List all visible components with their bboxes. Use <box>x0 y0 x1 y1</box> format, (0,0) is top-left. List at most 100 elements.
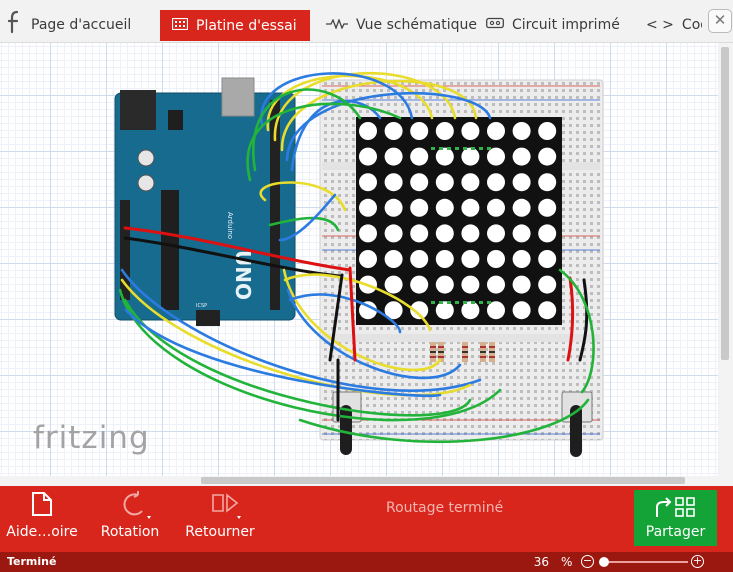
status-text: Terminé <box>7 555 57 568</box>
led-dot <box>487 173 505 192</box>
tab-home-label: Page d'accueil <box>31 17 132 33</box>
share-button[interactable]: Partager <box>634 490 717 546</box>
flip-button-label: Retourner <box>185 524 255 540</box>
zoom-slider-handle[interactable] <box>599 557 610 567</box>
led-dot <box>487 122 505 140</box>
zoom-value[interactable]: 36 <box>531 555 549 569</box>
matrix-pin <box>455 147 459 150</box>
horizontal-scrollbar[interactable] <box>0 476 718 486</box>
led-dot <box>410 198 429 217</box>
led-dot <box>461 275 480 294</box>
led-dot <box>359 198 377 217</box>
led-dot <box>410 224 429 243</box>
pcb-icon <box>486 17 504 33</box>
led-dot <box>359 173 377 192</box>
matrix-pin <box>463 301 467 304</box>
circuit-scene: UNO Arduino ICSP <box>114 71 604 457</box>
horizontal-scrollbar-thumb[interactable] <box>201 477 685 484</box>
breadboard-icon <box>171 17 189 34</box>
led-dot <box>410 250 429 268</box>
led-dot <box>538 122 557 140</box>
led-dot <box>538 198 557 217</box>
rotate-button[interactable]: Rotation <box>96 486 164 552</box>
led-dot <box>512 122 531 140</box>
close-window-button[interactable]: ✕ <box>708 9 732 33</box>
tab-breadboard[interactable]: Platine d'essai <box>160 10 310 41</box>
rotate-icon <box>123 491 151 519</box>
led-dot <box>538 301 557 320</box>
led-dot <box>461 173 480 192</box>
led-dot <box>435 224 454 243</box>
matrix-pin <box>455 301 459 304</box>
plus-icon: + <box>692 554 703 567</box>
matrix-pin <box>487 301 491 304</box>
led-dot <box>384 250 403 268</box>
led-dot <box>487 250 505 268</box>
breadboard-canvas[interactable]: UNO Arduino ICSP fritzing <box>0 43 718 476</box>
share-icon <box>656 497 695 517</box>
led-dot <box>410 147 429 166</box>
led-dot <box>512 301 531 320</box>
led-dot <box>538 173 557 192</box>
led-dot <box>512 173 531 192</box>
led-dot <box>435 122 454 140</box>
tab-pcb[interactable]: Circuit imprimé <box>486 10 620 40</box>
flip-button[interactable]: Retourner <box>181 486 259 552</box>
led-dot <box>461 147 480 166</box>
led-dot <box>410 275 429 294</box>
matrix-pin <box>487 147 491 150</box>
matrix-pin <box>447 147 451 150</box>
matrix-pin <box>431 301 435 304</box>
tab-schematic[interactable]: Vue schématique <box>326 10 477 40</box>
led-dot <box>512 198 531 217</box>
arduino-brand-label: Arduino <box>226 212 234 239</box>
icsp-label: ICSP <box>196 303 207 309</box>
led-dot <box>538 250 557 268</box>
fritzing-f-icon <box>7 10 19 34</box>
vertical-scrollbar-thumb[interactable] <box>721 47 729 360</box>
led-dot <box>435 198 454 217</box>
zoom-slider[interactable] <box>599 557 688 567</box>
led-dot <box>487 198 505 217</box>
led-dot <box>512 224 531 243</box>
vertical-scrollbar[interactable] <box>718 43 733 486</box>
led-dot <box>512 275 531 294</box>
led-dot <box>384 122 403 140</box>
tab-breadboard-label: Platine d'essai <box>196 17 297 34</box>
led-dot <box>538 147 557 166</box>
minus-icon: − <box>582 554 593 567</box>
rotate-button-label: Rotation <box>100 524 160 540</box>
zoom-in-button[interactable]: + <box>691 555 704 568</box>
led-dot <box>410 173 429 192</box>
zoom-out-button[interactable]: − <box>581 555 594 568</box>
matrix-pin <box>471 147 475 150</box>
code-icon: < > <box>646 17 674 33</box>
led-dot <box>435 173 454 192</box>
led-dot <box>384 147 403 166</box>
tab-code-label: Code <box>681 17 702 33</box>
share-button-label: Partager <box>645 524 706 540</box>
led-dot <box>359 122 377 140</box>
led-dot <box>487 224 505 243</box>
led-dot <box>410 122 429 140</box>
resistor-icon <box>326 17 348 33</box>
led-dot <box>359 224 377 243</box>
led-dot <box>359 147 377 166</box>
led-dot <box>435 147 454 166</box>
led-dot <box>461 122 480 140</box>
led-dot <box>538 224 557 243</box>
led-dot <box>512 250 531 268</box>
help-button-label: Aide…oire <box>6 524 78 540</box>
tab-code[interactable]: < > Code <box>646 10 702 40</box>
tab-home[interactable]: Page d'accueil <box>31 10 131 40</box>
led-dot <box>435 275 454 294</box>
led-dot <box>461 250 480 268</box>
led-dot <box>538 275 557 294</box>
led-dot <box>359 250 377 268</box>
bottom-toolbar: Aide…oire Rotation Retourner Routage ter… <box>0 486 733 552</box>
tab-schematic-label: Vue schématique <box>356 17 478 33</box>
led-dot <box>487 147 505 166</box>
led-dot <box>461 224 480 243</box>
help-button[interactable]: Aide…oire <box>3 486 81 552</box>
flip-icon <box>212 493 241 519</box>
